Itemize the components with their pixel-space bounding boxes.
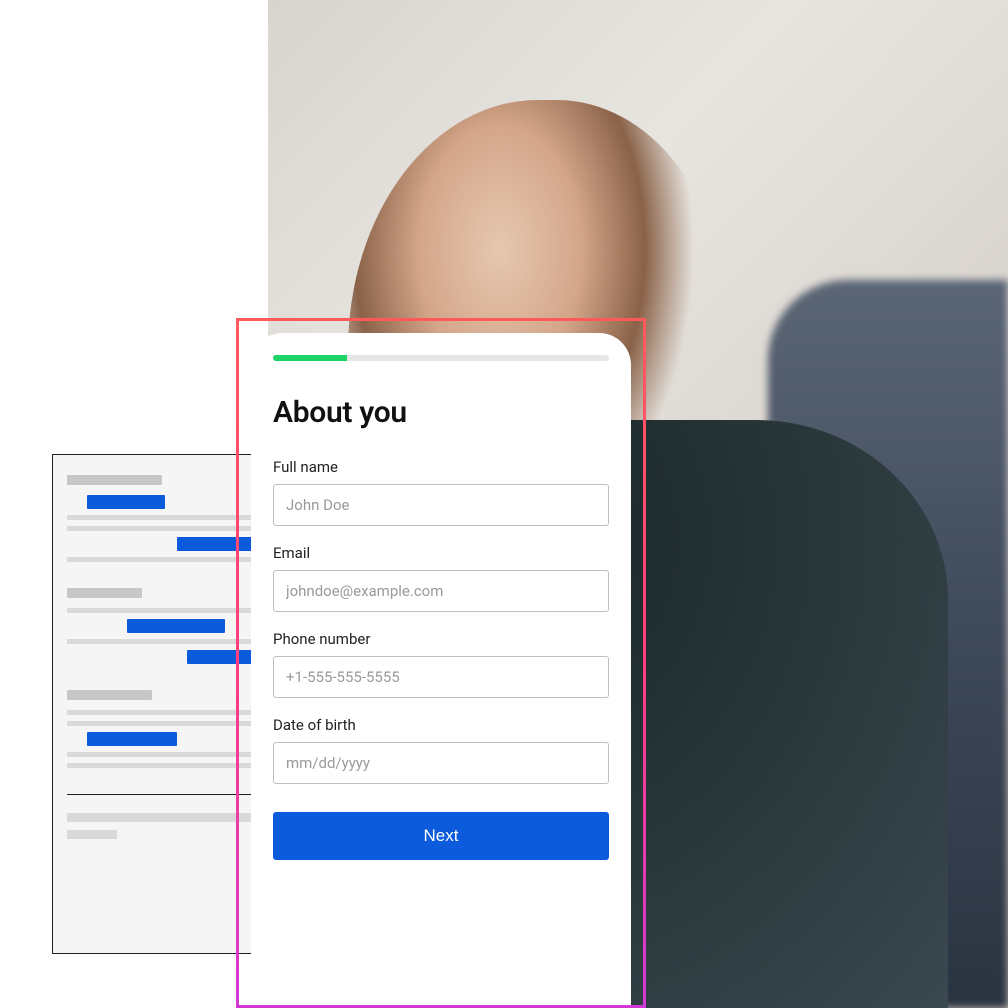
field-phone: Phone number xyxy=(273,630,609,698)
placeholder-line xyxy=(67,813,255,822)
email-label: Email xyxy=(273,544,609,562)
dob-input[interactable] xyxy=(273,742,609,784)
timeline-bar xyxy=(127,619,225,633)
placeholder-line xyxy=(67,639,255,644)
field-dob: Date of birth xyxy=(273,716,609,784)
divider xyxy=(67,794,255,795)
placeholder-line xyxy=(67,608,255,613)
placeholder-line xyxy=(67,588,142,598)
progress-bar xyxy=(273,355,609,361)
progress-fill xyxy=(273,355,347,361)
placeholder-line xyxy=(67,763,255,768)
full-name-input[interactable] xyxy=(273,484,609,526)
phone-screen: About you Full name Email Phone number D… xyxy=(251,333,631,1005)
field-email: Email xyxy=(273,544,609,612)
placeholder-line xyxy=(67,710,255,715)
placeholder-line xyxy=(67,526,255,531)
placeholder-line xyxy=(67,515,255,520)
field-full-name: Full name xyxy=(273,458,609,526)
placeholder-line xyxy=(67,830,117,839)
dob-label: Date of birth xyxy=(273,716,609,734)
placeholder-line xyxy=(67,475,162,485)
phone-input[interactable] xyxy=(273,656,609,698)
email-input[interactable] xyxy=(273,570,609,612)
timeline-bar xyxy=(87,495,165,509)
next-button[interactable]: Next xyxy=(273,812,609,860)
foreground-blur xyxy=(768,280,1008,1008)
placeholder-line xyxy=(67,752,255,757)
full-name-label: Full name xyxy=(273,458,609,476)
placeholder-line xyxy=(67,690,152,700)
phone-label: Phone number xyxy=(273,630,609,648)
form-title: About you xyxy=(273,395,609,430)
phone-frame: About you Full name Email Phone number D… xyxy=(236,318,646,1008)
placeholder-line xyxy=(67,557,255,562)
placeholder-line xyxy=(67,721,255,726)
timeline-bar xyxy=(87,732,177,746)
